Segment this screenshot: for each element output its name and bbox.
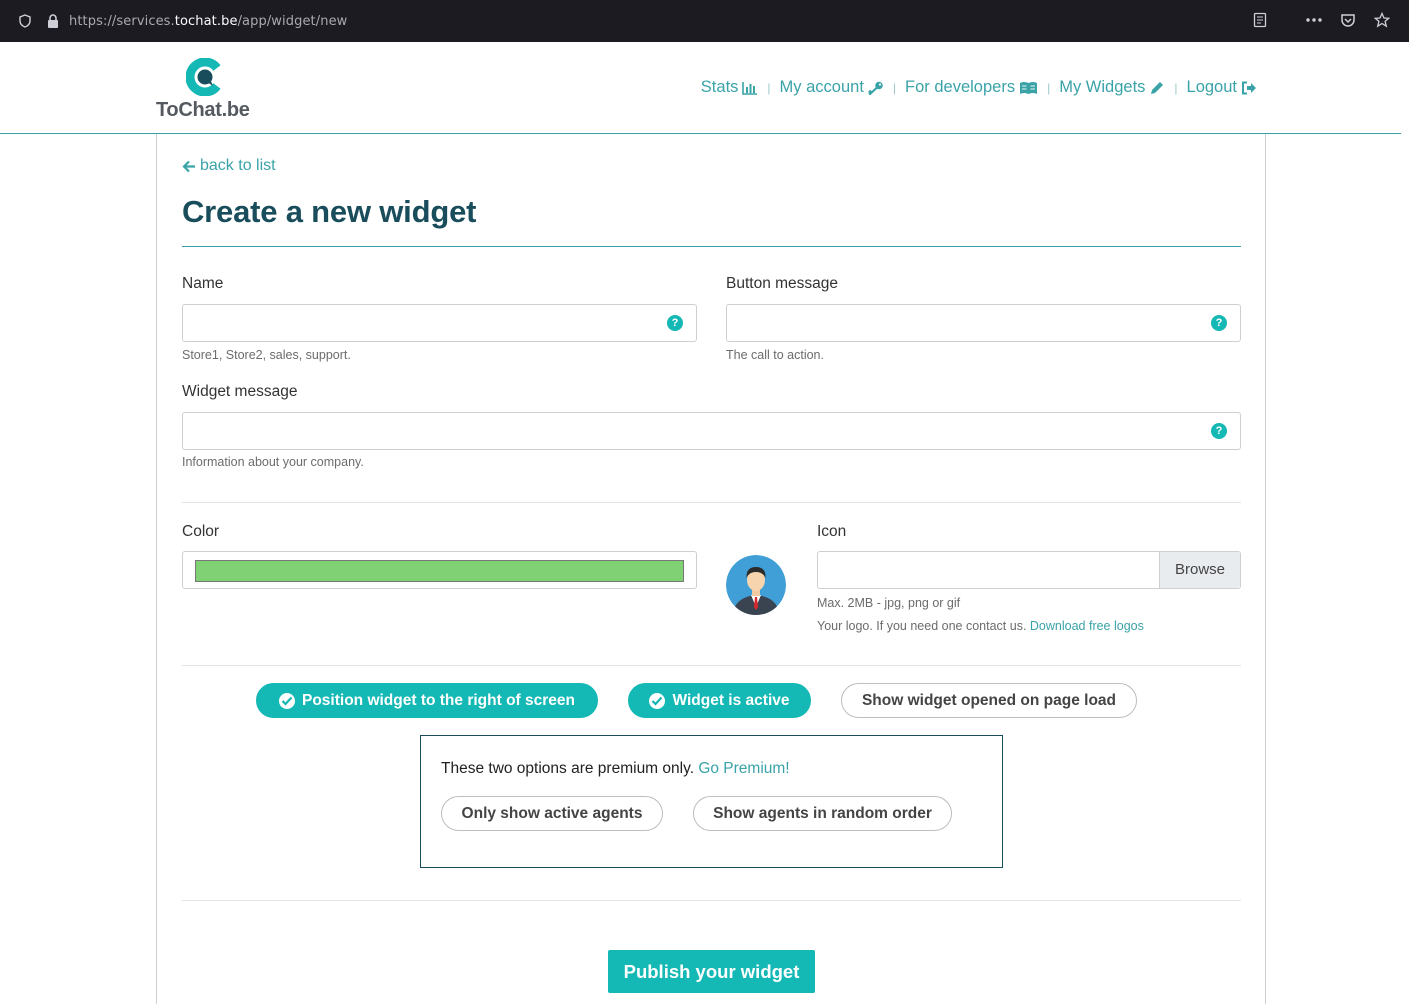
widget-message-label: Widget message bbox=[182, 383, 298, 400]
nav-for-developers[interactable]: For developers bbox=[905, 78, 1038, 97]
arrow-left-icon bbox=[182, 160, 195, 172]
toggle-widget-active-label: Widget is active bbox=[672, 691, 790, 709]
premium-notice-text: These two options are premium only. bbox=[441, 760, 694, 777]
color-swatch[interactable] bbox=[195, 560, 684, 582]
lock-icon bbox=[48, 14, 58, 28]
help-icon[interactable]: ? bbox=[1211, 423, 1227, 439]
toggle-widget-active[interactable]: Widget is active bbox=[628, 683, 811, 718]
address-bar[interactable]: https://services.tochat.be/app/widget/ne… bbox=[8, 6, 1392, 36]
toggle-only-active-agents-label: Only show active agents bbox=[461, 804, 643, 822]
scrollbar-track[interactable] bbox=[1401, 42, 1409, 1004]
businessman-avatar-icon bbox=[726, 555, 786, 615]
back-to-list-label: back to list bbox=[200, 157, 276, 174]
nav-logout[interactable]: Logout bbox=[1187, 78, 1257, 97]
icon-label: Icon bbox=[817, 523, 847, 540]
bookmark-star-icon[interactable] bbox=[1373, 11, 1391, 30]
widget-icon-preview bbox=[726, 555, 786, 615]
icon-logo-hint: Your logo. If you need one contact us. D… bbox=[817, 619, 1144, 633]
url-text: https://services.tochat.be/app/widget/ne… bbox=[69, 14, 348, 29]
nav-separator: | bbox=[767, 80, 771, 95]
nav-my-widgets[interactable]: My Widgets bbox=[1059, 78, 1165, 97]
page-title: Create a new widget bbox=[182, 194, 477, 229]
toggle-random-order[interactable]: Show agents in random order bbox=[693, 796, 952, 831]
button-message-label: Button message bbox=[726, 275, 839, 292]
sign-out-icon bbox=[1242, 81, 1256, 94]
publish-widget-button[interactable]: Publish your widget bbox=[608, 950, 815, 993]
reader-view-icon[interactable] bbox=[1251, 12, 1269, 30]
widget-message-hint: Information about your company. bbox=[182, 455, 364, 469]
key-icon bbox=[868, 81, 883, 95]
toggle-position-right[interactable]: Position widget to the right of screen bbox=[256, 683, 598, 718]
toggle-position-right-label: Position widget to the right of screen bbox=[302, 691, 575, 709]
content-panel: back to list Create a new widget Name ? … bbox=[156, 134, 1266, 1004]
browser-toolbar: https://services.tochat.be/app/widget/ne… bbox=[0, 0, 1409, 42]
widget-message-input[interactable]: ? bbox=[182, 412, 1241, 450]
nav-for-developers-label: For developers bbox=[905, 78, 1016, 96]
go-premium-link[interactable]: Go Premium! bbox=[698, 760, 789, 777]
icon-size-hint: Max. 2MB - jpg, png or gif bbox=[817, 596, 961, 610]
check-circle-icon bbox=[649, 692, 666, 709]
name-label: Name bbox=[182, 275, 224, 292]
help-icon[interactable]: ? bbox=[667, 315, 683, 331]
nav-separator: | bbox=[1174, 80, 1178, 95]
bar-chart-icon bbox=[742, 81, 758, 95]
name-hint: Store1, Store2, sales, support. bbox=[182, 348, 351, 362]
nav-separator: | bbox=[1047, 80, 1051, 95]
icon-logo-hint-text: Your logo. If you need one contact us. bbox=[817, 619, 1027, 633]
toggle-opened-on-load-label: Show widget opened on page load bbox=[861, 691, 1117, 709]
premium-notice: These two options are premium only. Go P… bbox=[441, 760, 790, 778]
nav-separator: | bbox=[892, 80, 897, 95]
name-input[interactable]: ? bbox=[182, 304, 697, 342]
section-divider bbox=[182, 665, 1241, 666]
browse-button[interactable]: Browse bbox=[1159, 552, 1240, 588]
button-message-hint: The call to action. bbox=[726, 348, 824, 362]
pencil-icon bbox=[1151, 81, 1164, 94]
logo-text: ToChat.be bbox=[156, 99, 250, 121]
nav-my-account[interactable]: My account bbox=[780, 78, 884, 97]
toggle-random-order-label: Show agents in random order bbox=[713, 804, 932, 822]
color-label: Color bbox=[182, 523, 220, 540]
nav-logout-label: Logout bbox=[1186, 78, 1237, 96]
nav-stats-label: Stats bbox=[700, 78, 739, 96]
nav-my-account-label: My account bbox=[779, 78, 864, 96]
toggle-opened-on-load[interactable]: Show widget opened on page load bbox=[841, 683, 1137, 718]
book-icon bbox=[1020, 81, 1038, 94]
check-circle-icon bbox=[279, 692, 295, 709]
pocket-icon[interactable] bbox=[1339, 12, 1357, 30]
section-divider bbox=[182, 502, 1241, 503]
section-divider bbox=[182, 900, 1241, 901]
main-navigation: Stats | My account | For developers | My… bbox=[701, 78, 1257, 97]
help-icon[interactable]: ? bbox=[1211, 315, 1227, 331]
nav-my-widgets-label: My Widgets bbox=[1059, 78, 1146, 96]
site-header: ToChat.be Stats | My account | For devel… bbox=[0, 42, 1409, 134]
shield-icon bbox=[19, 14, 31, 28]
title-divider bbox=[182, 246, 1241, 247]
download-free-logos-link[interactable]: Download free logos bbox=[1030, 619, 1144, 633]
color-picker-input[interactable] bbox=[182, 551, 697, 589]
button-message-input[interactable]: ? bbox=[726, 304, 1241, 342]
toolbar-spacer bbox=[1285, 12, 1289, 30]
chat-bubble-logo-icon bbox=[186, 58, 221, 96]
back-to-list-link[interactable]: back to list bbox=[182, 157, 276, 175]
more-options-icon[interactable] bbox=[1305, 12, 1323, 30]
toggle-only-active-agents[interactable]: Only show active agents bbox=[441, 796, 663, 831]
tochat-logo[interactable]: ToChat.be bbox=[156, 58, 266, 124]
premium-options-box: These two options are premium only. Go P… bbox=[420, 735, 1003, 868]
nav-stats[interactable]: Stats bbox=[701, 78, 759, 97]
browser-actions bbox=[1251, 11, 1391, 30]
icon-file-input[interactable]: Browse bbox=[817, 551, 1241, 589]
